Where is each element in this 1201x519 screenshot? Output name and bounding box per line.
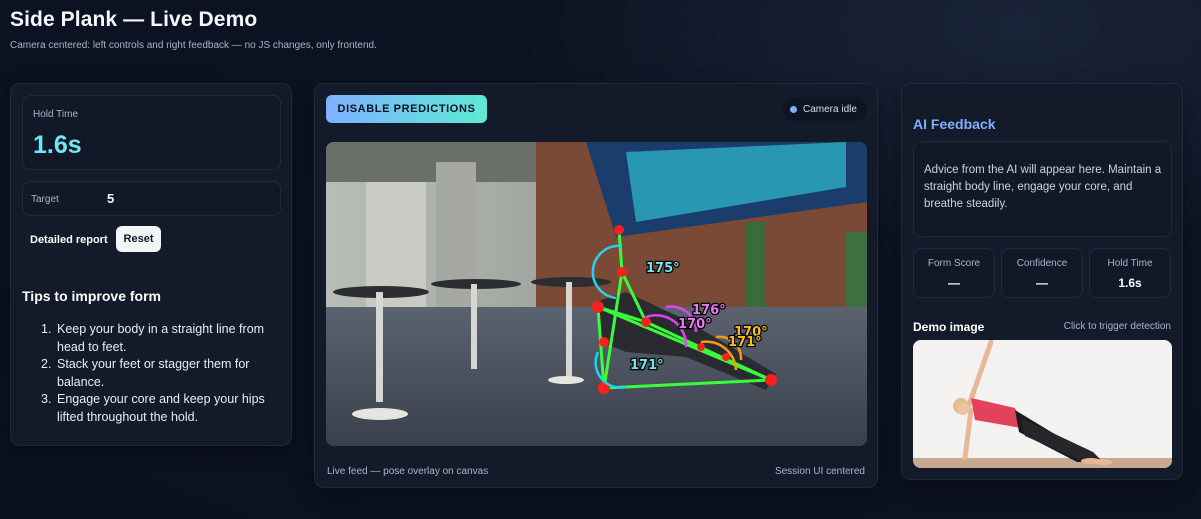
form-score-metric: Form Score — — [913, 248, 995, 298]
metric-value: 1.6s — [1118, 276, 1142, 290]
metric-value: — — [1036, 276, 1048, 290]
angle-label: 171° — [630, 358, 664, 373]
hold-time-value: 1.6s — [33, 131, 82, 159]
page-header: Side Plank — Live Demo Camera centered: … — [10, 8, 377, 51]
ai-feedback-box: Advice from the AI will appear here. Mai… — [913, 141, 1172, 237]
feedback-panel: AI Feedback Advice from the AI will appe… — [901, 83, 1183, 480]
metric-label: Hold Time — [1107, 258, 1153, 269]
page-subtitle: Camera centered: left controls and right… — [10, 40, 377, 51]
camera-panel: DISABLE PREDICTIONS Camera idle 175° 176… — [314, 83, 878, 488]
tip-number: 3. — [41, 392, 52, 406]
pose-overlay-canvas: 175° 176° 170° 170° 171° 171° — [326, 142, 867, 446]
hold-time-label: Hold Time — [33, 109, 79, 120]
tips-list: 1. Keep your body in a straight line from… — [41, 321, 281, 426]
ai-feedback-text: Advice from the AI will appear here. Mai… — [924, 164, 1162, 210]
angle-label: 170° — [678, 317, 712, 332]
reset-button[interactable]: Reset — [116, 226, 161, 252]
tip-item: 2. Stack your feet or stagger them for ba… — [41, 356, 281, 391]
confidence-metric: Confidence — — [1001, 248, 1083, 298]
metric-value: — — [948, 276, 960, 290]
table-leg — [471, 284, 477, 369]
feed-caption: Live feed — pose overlay on canvas — [327, 466, 489, 477]
demo-image-title: Demo image — [913, 320, 985, 334]
feed-caption-secondary: Session UI centered — [774, 466, 865, 477]
page-title: Side Plank — Live Demo — [10, 8, 258, 31]
tips-title: Tips to improve form — [22, 288, 161, 304]
controls-panel: Hold Time 1.6s Target 5 Detailed report … — [10, 83, 292, 446]
table-base — [352, 408, 408, 420]
status-dot-icon — [790, 105, 797, 113]
camera-status-badge: Camera idle — [783, 97, 867, 121]
ai-feedback-title: AI Feedback — [913, 116, 996, 132]
tip-item: 3. Engage your core and keep your hips li… — [41, 391, 281, 426]
metric-label: Confidence — [1016, 258, 1068, 269]
table-leg — [566, 282, 572, 382]
target-label: Target — [31, 194, 59, 205]
table-leg — [376, 292, 383, 402]
demo-image-hint: Click to trigger detection — [1063, 321, 1171, 332]
angle-label: 176° — [692, 303, 726, 318]
tip-item: 1. Keep your body in a straight line from… — [41, 321, 281, 356]
table-base — [548, 376, 584, 384]
tip-number: 2. — [41, 357, 52, 371]
disable-predictions-button[interactable]: DISABLE PREDICTIONS — [326, 95, 487, 123]
angle-label: 175° — [646, 261, 680, 276]
tip-text: Stack your feet or stagger them for bala… — [57, 357, 250, 389]
target-value[interactable]: 5 — [107, 191, 114, 206]
tip-number: 1. — [41, 322, 52, 336]
metric-label: Form Score — [927, 258, 981, 269]
column — [436, 162, 476, 312]
camera-feed[interactable]: 175° 176° 170° 170° 171° 171° — [326, 142, 867, 446]
angle-label: 171° — [728, 335, 762, 350]
hold-time-metric: Hold Time 1.6s — [1089, 248, 1171, 298]
detailed-report-button[interactable]: Detailed report — [22, 227, 120, 252]
floor — [326, 307, 867, 446]
camera-status-text: Camera idle — [803, 103, 857, 115]
tip-text: Keep your body in a straight line from h… — [57, 322, 265, 354]
demo-image[interactable] — [913, 340, 1172, 468]
tip-text: Engage your core and keep your hips lift… — [57, 392, 265, 424]
demo-image-graphic — [913, 340, 1172, 468]
target-card: Target 5 — [22, 181, 281, 216]
hold-time-card: Hold Time 1.6s — [22, 95, 281, 170]
